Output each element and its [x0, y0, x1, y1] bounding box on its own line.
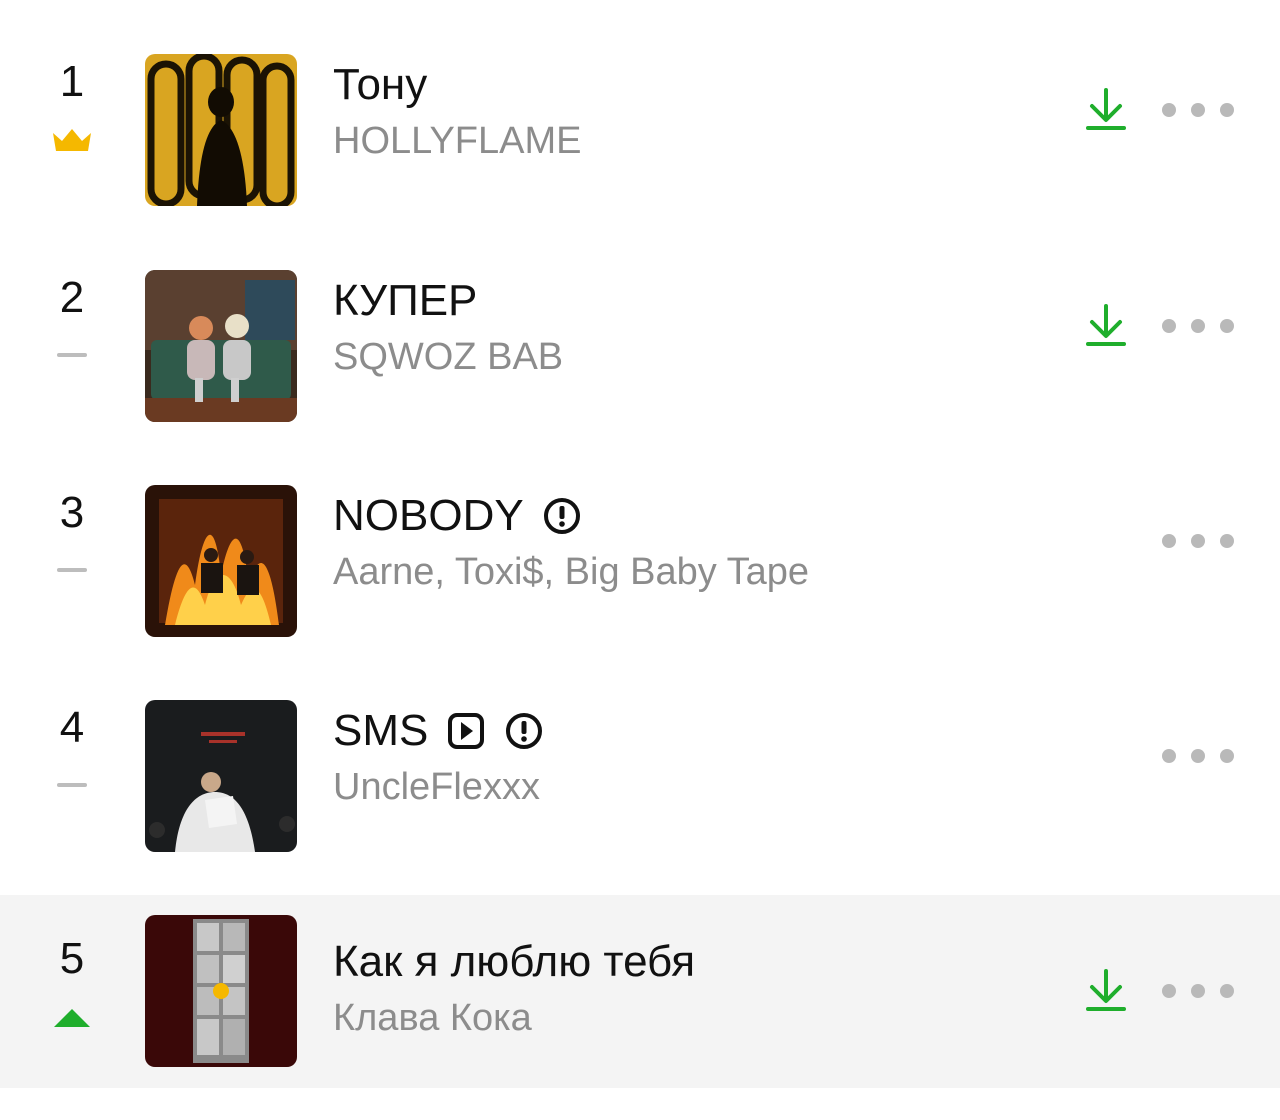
- more-dots-icon[interactable]: [1162, 94, 1234, 126]
- more-dots-icon[interactable]: [1162, 975, 1234, 1007]
- crown-icon: [53, 129, 91, 151]
- more-dots-icon[interactable]: [1162, 310, 1234, 342]
- no-change-dash-icon: [57, 353, 87, 357]
- no-change-dash-icon: [57, 568, 87, 572]
- no-change-dash-icon: [57, 783, 87, 787]
- more-dots-icon[interactable]: [1162, 525, 1234, 557]
- explicit-warning-icon: [506, 713, 543, 750]
- track-title[interactable]: Как я люблю тебя: [333, 937, 695, 988]
- track-row-2[interactable]: 2 КУПЕР SQWOZ BAB: [0, 250, 1280, 443]
- track-artist[interactable]: SQWOZ BAB: [333, 336, 563, 380]
- track-row-1[interactable]: 1 Тону HOLLYFLAME: [0, 34, 1280, 227]
- album-cover[interactable]: [145, 485, 297, 637]
- track-title[interactable]: КУПЕР: [333, 276, 477, 327]
- track-title[interactable]: SMS: [333, 706, 544, 757]
- download-icon[interactable]: [1084, 967, 1128, 1015]
- album-cover[interactable]: [145, 270, 297, 422]
- album-cover[interactable]: [145, 700, 297, 852]
- track-rank: 2: [59, 273, 85, 322]
- track-artist[interactable]: UncleFlexxx: [333, 766, 540, 810]
- album-cover[interactable]: [145, 915, 297, 1067]
- explicit-warning-icon: [543, 498, 580, 535]
- album-cover[interactable]: [145, 54, 297, 206]
- track-row-3[interactable]: 3 NOBODY Aarne, Toxi$, Big Baby Tape: [0, 465, 1280, 658]
- track-title[interactable]: Тону: [333, 60, 427, 111]
- video-clip-icon: [448, 713, 485, 750]
- track-row-5[interactable]: 5 Как я люблю тебя Клава Кока: [0, 895, 1280, 1088]
- track-rank: 5: [59, 934, 85, 983]
- track-artist[interactable]: Клава Кока: [333, 997, 532, 1041]
- track-artist[interactable]: HOLLYFLAME: [333, 120, 581, 164]
- more-dots-icon[interactable]: [1162, 740, 1234, 772]
- track-rank: 3: [59, 488, 85, 537]
- track-rank: 4: [59, 703, 85, 752]
- trend-up-arrow-icon: [54, 1009, 90, 1027]
- track-row-4[interactable]: 4 SMS UncleFlexxx: [0, 680, 1280, 873]
- track-title[interactable]: NOBODY: [333, 491, 582, 542]
- download-icon[interactable]: [1084, 86, 1128, 134]
- track-artist[interactable]: Aarne, Toxi$, Big Baby Tape: [333, 551, 809, 595]
- track-rank: 1: [59, 57, 85, 106]
- download-icon[interactable]: [1084, 302, 1128, 350]
